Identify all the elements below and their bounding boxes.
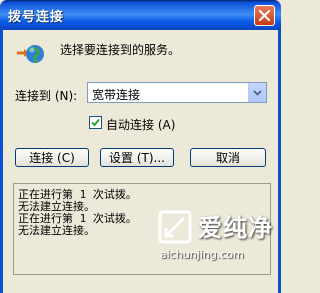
settings-button[interactable]: 设置 (T)... (100, 148, 174, 167)
watermark-url: aichunjing.com (160, 248, 244, 261)
dial-up-dialog: 拨号连接 选择要连接到的服务。 连接到 (N): 宽带连接 自动连接 (A) 连… (0, 0, 281, 293)
cancel-button[interactable]: 取消 (190, 148, 266, 167)
title-bar[interactable]: 拨号连接 (0, 0, 281, 30)
connect-to-value: 宽带连接 (92, 88, 141, 102)
connect-button[interactable]: 连接 (C) (15, 148, 89, 167)
dropdown-button[interactable] (248, 83, 266, 102)
window-title: 拨号连接 (8, 10, 65, 25)
prompt-text: 选择要连接到的服务。 (60, 43, 181, 57)
chevron-down-icon (253, 89, 262, 96)
auto-connect-label[interactable]: 自动连接 (A) (106, 116, 175, 133)
close-icon (259, 10, 270, 21)
watermark-name: 爱纯净 (198, 214, 273, 242)
close-button[interactable] (254, 5, 275, 26)
connect-to-label: 连接到 (N): (15, 89, 78, 103)
checkmark-icon (91, 118, 100, 127)
watermark: 爱纯净 aichunjing.com (158, 208, 276, 266)
network-globe-icon (17, 45, 44, 64)
connect-to-dropdown[interactable]: 宽带连接 (87, 82, 267, 103)
watermark-logo-icon (158, 210, 192, 244)
auto-connect-checkbox[interactable] (89, 116, 102, 129)
